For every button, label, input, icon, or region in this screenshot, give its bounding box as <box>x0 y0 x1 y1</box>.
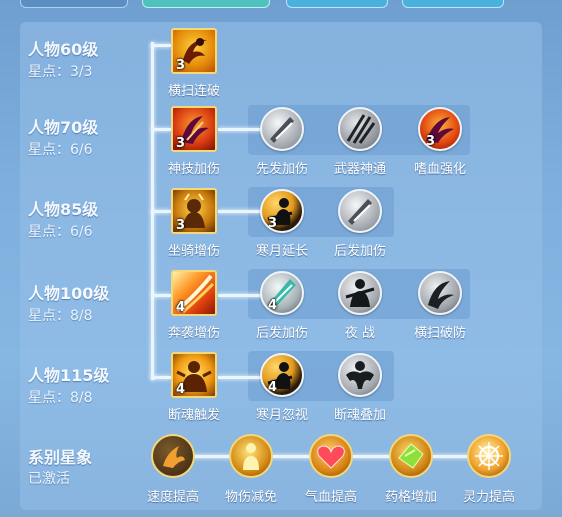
moon-warrior-icon[interactable]: 4 <box>260 353 304 397</box>
skill-name: 横扫破防 <box>413 326 466 341</box>
green-gem-icon[interactable] <box>389 434 433 478</box>
blade-slash-icon[interactable] <box>338 189 382 233</box>
sub-line <box>218 210 262 213</box>
skill-name: 后发加伤 <box>255 326 308 341</box>
flame-rush-icon[interactable]: 4 <box>171 270 217 316</box>
series-item-name: 速度提高 <box>146 490 199 505</box>
series-item-name: 物伤减免 <box>224 490 277 505</box>
series-label: 系别星象 已激活 <box>28 448 92 488</box>
row-label-60: 人物60级 星点：3/3 <box>28 40 98 81</box>
blood-claw-icon[interactable]: 3 <box>418 107 462 151</box>
star-points: 星点：8/8 <box>28 308 93 324</box>
heart-icon[interactable] <box>309 434 353 478</box>
sub-line <box>218 128 262 131</box>
series-title: 系别星象 <box>28 448 93 467</box>
triple-blade-icon[interactable] <box>338 107 382 151</box>
row-label-85: 人物85级 星点：6/6 <box>28 200 98 241</box>
branch-line <box>151 294 171 297</box>
level-text: 人物100级 <box>28 284 110 303</box>
skill-level: 3 <box>176 218 186 233</box>
claw-strike-icon[interactable]: 3 <box>171 106 217 152</box>
series-item-name: 灵力提高 <box>462 490 515 505</box>
top-tab-strip <box>0 0 562 8</box>
star-panel <box>20 22 542 510</box>
skill-level: 3 <box>268 216 278 231</box>
skill-name: 神技加伤 <box>167 162 220 177</box>
mount-beast-icon[interactable]: 3 <box>171 188 217 234</box>
blade-slash-icon[interactable] <box>260 107 304 151</box>
skill-level: 3 <box>176 136 186 151</box>
skill-level: 3 <box>176 58 186 73</box>
skill-level: 3 <box>426 134 436 149</box>
skill-name: 断魂触发 <box>167 408 220 423</box>
level-text: 人物70级 <box>28 118 99 137</box>
skill-name: 横扫连破 <box>167 84 220 99</box>
star-points: 星点：3/3 <box>28 64 93 80</box>
skill-level: 4 <box>268 298 278 313</box>
skill-name: 坐骑增伤 <box>167 244 220 259</box>
row-label-70: 人物70级 星点：6/6 <box>28 118 98 159</box>
skill-level: 4 <box>268 380 278 395</box>
sweep-break-icon[interactable] <box>418 271 462 315</box>
skill-level: 4 <box>176 382 186 397</box>
tab-2[interactable] <box>142 0 270 8</box>
row-label-100: 人物100级 星点：8/8 <box>28 284 109 325</box>
skill-name: 断魂叠加 <box>333 408 386 423</box>
night-warrior-icon[interactable] <box>338 271 382 315</box>
skill-name: 先发加伤 <box>255 162 308 177</box>
series-item-name: 药格增加 <box>384 490 437 505</box>
level-text: 人物60级 <box>28 40 99 59</box>
tab-1[interactable] <box>20 0 128 8</box>
sweep-slash-icon[interactable]: 3 <box>171 28 217 74</box>
branch-line <box>151 44 171 47</box>
skill-name: 寒月延长 <box>255 244 308 259</box>
golden-figure-icon[interactable] <box>229 434 273 478</box>
row-label-115: 人物115级 星点：8/8 <box>28 366 109 407</box>
star-points: 星点：8/8 <box>28 390 93 406</box>
teal-blade-icon[interactable]: 4 <box>260 271 304 315</box>
star-points: 星点：6/6 <box>28 142 93 158</box>
spirit-wheel-icon[interactable] <box>467 434 511 478</box>
skill-name: 夜 战 <box>344 326 376 341</box>
sub-line <box>218 294 262 297</box>
series-item-name: 气血提高 <box>304 490 357 505</box>
tab-3[interactable] <box>286 0 388 8</box>
soul-burst-icon[interactable]: 4 <box>171 352 217 398</box>
moon-warrior-icon[interactable]: 3 <box>260 189 304 233</box>
series-status: 已激活 <box>28 471 70 487</box>
sub-line <box>218 376 262 379</box>
tab-4[interactable] <box>402 0 504 8</box>
skill-name: 奔袭增伤 <box>167 326 220 341</box>
skill-name: 嗜血强化 <box>413 162 466 177</box>
branch-line <box>151 210 171 213</box>
skill-level: 4 <box>176 300 186 315</box>
star-points: 星点：6/6 <box>28 224 93 240</box>
skill-name: 寒月忽视 <box>255 408 308 423</box>
muscle-silhouette-icon[interactable] <box>338 353 382 397</box>
speed-hand-icon[interactable] <box>151 434 195 478</box>
branch-line <box>151 128 171 131</box>
skill-name: 武器神通 <box>333 162 386 177</box>
level-text: 人物115级 <box>28 366 110 385</box>
branch-line <box>151 376 171 379</box>
level-text: 人物85级 <box>28 200 99 219</box>
skill-name: 后发加伤 <box>333 244 386 259</box>
